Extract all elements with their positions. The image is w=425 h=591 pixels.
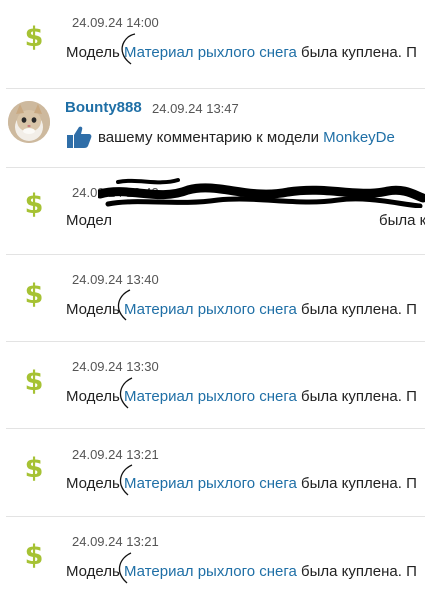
notification-timestamp: 24.09.24 13:47 <box>152 101 239 116</box>
dollar-icon: $ <box>24 540 44 571</box>
model-link[interactable]: Материал рыхлого снега <box>124 388 297 405</box>
notification-timestamp: 24.09.24 13:43 <box>72 185 159 200</box>
notification-item: $ 24.09.24 13:21 Модель Материал рыхлого… <box>0 429 425 516</box>
model-link[interactable]: MonkeyDe <box>323 129 395 146</box>
notification-text: Модель Материал рыхлого снега была купле… <box>66 388 417 405</box>
dollar-icon: $ <box>24 279 44 310</box>
notification-item: $ 24.09.24 14:00 Модель Материал рыхлого… <box>0 0 425 88</box>
avatar[interactable] <box>8 101 50 143</box>
notification-text: Модель Материал рыхлого снега была купле… <box>66 475 417 492</box>
notification-timestamp: 24.09.24 13:21 <box>72 447 159 462</box>
notification-item: $ 24.09.24 13:40 Модель Материал рыхлого… <box>0 255 425 341</box>
notification-timestamp: 24.09.24 13:30 <box>72 359 159 374</box>
dollar-icon: $ <box>24 189 44 220</box>
notification-text: Модель Материал рыхлого снега была купле… <box>66 563 417 580</box>
dollar-icon: $ <box>24 453 44 484</box>
notification-text: Модель Материал рыхлого снега была купле… <box>66 301 417 318</box>
model-link[interactable]: Материал рыхлого снега <box>124 475 297 492</box>
notification-item: Bounty888 24.09.24 13:47 вашему коммента… <box>0 89 425 167</box>
model-link[interactable]: Материал рыхлого снега <box>124 44 297 61</box>
notification-text: вашему комментарию к модели MonkeyDe <box>98 129 395 146</box>
notification-item: $ 24.09.24 13:21 Модель Материал рыхлого… <box>0 517 425 591</box>
notification-text: Модел была к <box>66 212 425 229</box>
username-link[interactable]: Bounty888 <box>65 99 142 116</box>
thumbs-up-icon <box>67 126 92 148</box>
model-link[interactable]: Материал рыхлого снега <box>124 563 297 580</box>
model-link[interactable]: Материал рыхлого снега <box>124 301 297 318</box>
notification-timestamp: 24.09.24 13:40 <box>72 272 159 287</box>
notification-text: Модель Материал рыхлого снега была купле… <box>66 44 417 61</box>
dollar-icon: $ <box>24 366 44 397</box>
notification-timestamp: 24.09.24 13:21 <box>72 534 159 549</box>
notification-item: $ 24.09.24 13:43 Модел была к <box>0 168 425 254</box>
notification-timestamp: 24.09.24 14:00 <box>72 15 159 30</box>
notification-feed: $ 24.09.24 14:00 Модель Материал рыхлого… <box>0 0 425 591</box>
dollar-icon: $ <box>24 22 44 53</box>
notification-item: $ 24.09.24 13:30 Модель Материал рыхлого… <box>0 342 425 428</box>
